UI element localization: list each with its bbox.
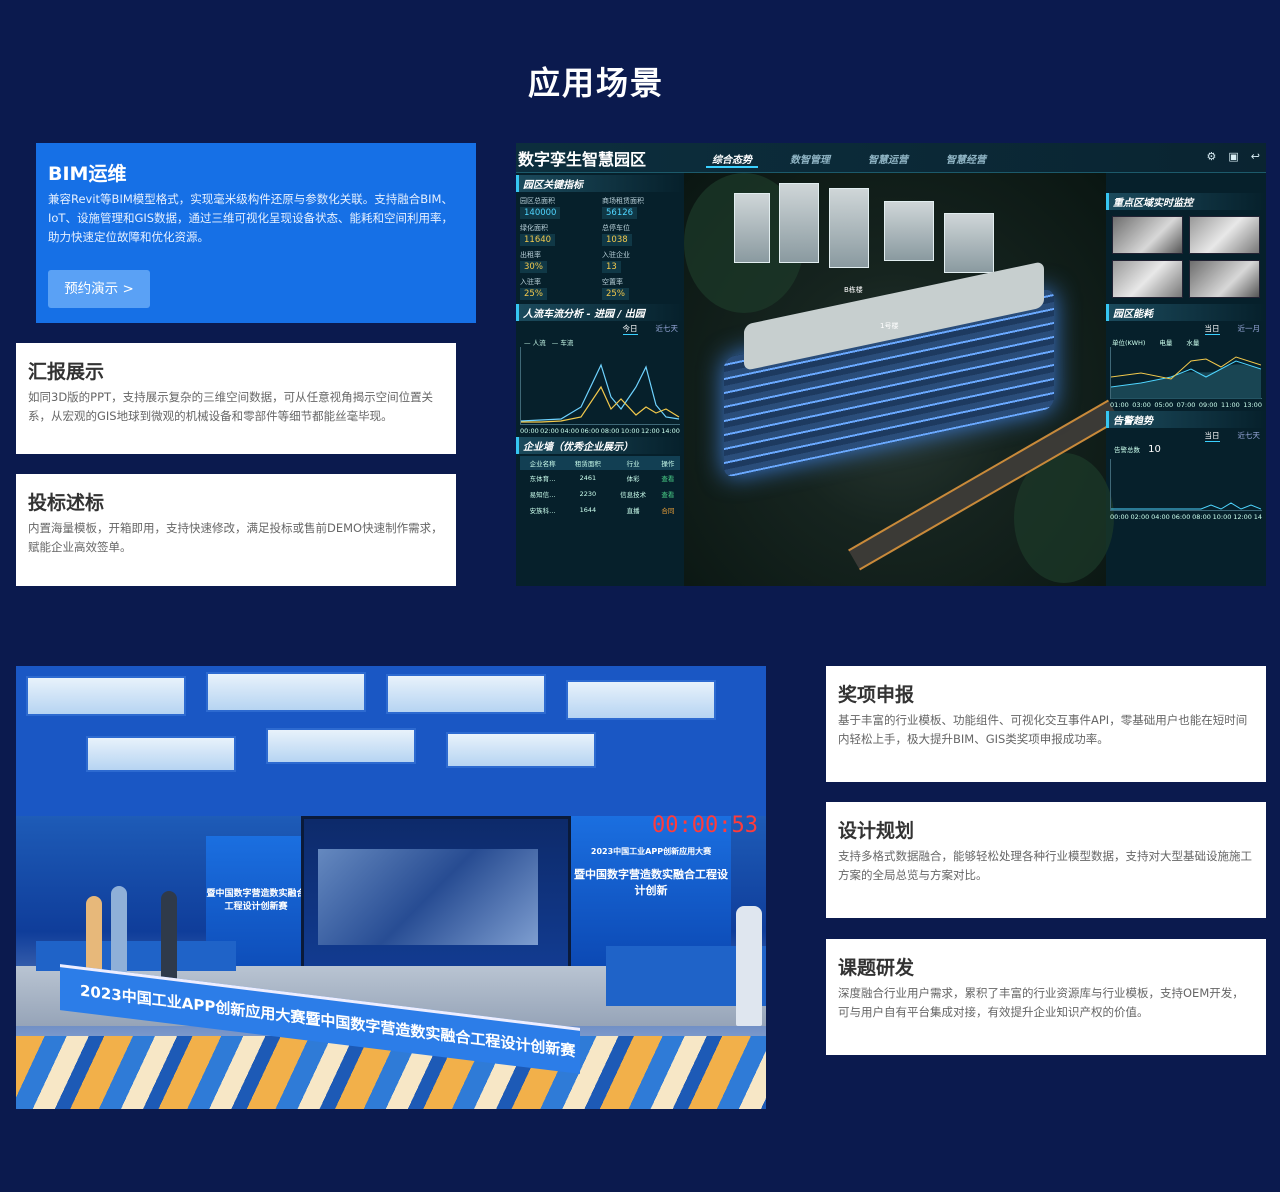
book-demo-button[interactable]: 预约演示 > [48,270,150,308]
scenario-card-report[interactable]: 汇报展示 如同3D版的PPT，支持展示复杂的三维空间数据，可从任意视角揭示空间位… [16,343,456,454]
enterprise-table: 企业名称 租赁面积 行业 操作 东体育… 2461 体彩 查看 易知信… 2230 信息技术 查看… [520,456,680,518]
table-row: 安族科… 1644 直播 合同 [529,506,675,515]
scene-label: B栋楼 [844,286,863,294]
scenario-desc: 支持多格式数据融合，能够轻松处理各种行业模型数据，支持对大型基础设施施工方案的全… [838,849,1252,882]
settings-icon: ⚙ [1206,150,1217,163]
scenario-desc: 内置海量模板，开箱即用，支持快速修改，满足投标或售前DEMO快速制作需求，赋能企… [28,521,443,554]
camera-thumbnail [1189,260,1260,298]
camera-thumbnail [1112,216,1183,254]
kpi-item: 商场租赁面积 56126 [602,197,644,219]
main-led-screen [301,816,571,976]
scenario-desc: 深度融合行业用户需求，累积了丰富的行业资源库与行业模板，支持OEM开发，可与用户… [838,986,1244,1019]
section-title: 园区关键指标 [516,175,684,192]
back-icon: ↩ [1250,150,1260,163]
right-side-screen: 2023中国工业APP创新应用大赛 暨中国数字营造数实融合工程设计创新 [571,816,731,966]
scene-label: 1号楼 [880,322,899,330]
dashboard-tab: 智慧运营 [868,155,908,166]
kpi-item: 出租率 30% [520,250,598,273]
competition-event-photo: 暨中国数字营造数实融合工程设计创新赛 2023中国工业APP创新应用大赛 暨中国… [16,666,766,1109]
dashboard-right-panel: 重点区域实时监控 园区能耗 当日 近一月 单位(KWH) 电量 水量 01:00 03:… [1106,173,1266,586]
scenario-desc: 如同3D版的PPT，支持展示复杂的三维空间数据，可从任意视角揭示空间位置关系，从… [28,390,434,423]
section-title: 企业墙（优秀企业展示） [516,437,684,454]
dashboard-tab: 数智管理 [790,155,830,166]
dashboard-title: 数字孪生智慧园区 [518,150,647,169]
section-title: 重点区域实时监控 [1106,193,1266,210]
smart-park-dashboard-image: 数字孪生智慧园区 综合态势 数智管理 智慧运营 智慧经营 ⚙ ▣ ↩ B栋楼 1… [516,143,1266,586]
scenario-card-bid[interactable]: 投标述标 内置海量模板，开箱即用，支持快速修改，满足投标或售前DEMO快速制作需… [16,474,456,586]
dashboard-tab: 智慧经营 [946,155,986,166]
flow-chart [520,347,680,425]
park-3d-scene: B栋楼 1号楼 [684,173,1120,586]
scenario-title: 汇报展示 [28,361,105,383]
scenario-card-planning[interactable]: 设计规划 支持多格式数据融合，能够轻松处理各种行业模型数据，支持对大型基础设施施… [826,802,1266,918]
dashboard-tab: 综合态势 [706,151,758,168]
page-title: 应用场景 [527,64,664,102]
scenario-card-award[interactable]: 奖项申报 基于丰富的行业模板、功能组件、可视化交互事件API，零基础用户也能在短… [826,666,1266,782]
scenario-title: 课题研发 [838,957,915,979]
layers-icon: ▣ [1228,150,1239,163]
scenario-title: 奖项申报 [838,684,915,706]
section-title: 园区能耗 [1106,304,1266,321]
scenario-desc: 兼容Revit等BIM模型格式，实现毫米级构件还原与参数化关联。支持融合BIM、… [48,192,454,244]
kpi-item: 入驻率 25% [520,277,598,300]
scenario-card-research[interactable]: 课题研发 深度融合行业用户需求，累积了丰富的行业资源库与行业模板，支持OEM开发… [826,939,1266,1055]
countdown-timer: 00:00:53 [652,813,758,838]
kpi-item: 空置率 25% [602,277,680,300]
energy-chart [1110,347,1262,399]
table-row: 易知信… 2230 信息技术 查看 [529,490,675,499]
camera-thumbnail [1112,260,1183,298]
scenario-card-bim[interactable]: BIM运维 兼容Revit等BIM模型格式，实现毫米级构件还原与参数化关联。支持… [36,143,476,323]
scenario-title: 投标述标 [28,492,105,514]
scenario-title: BIM运维 [48,163,127,185]
kpi-item: 园区总面积 140000 [520,196,598,219]
kpi-item: 入驻企业 13 [602,251,630,273]
dashboard-left-panel: 园区关键指标 园区总面积 140000 商场租赁面积 56126 绿化面积 11640… [516,173,684,586]
chart-legend: — 人流 — 车流 [524,339,574,347]
scenario-desc: 基于丰富的行业模板、功能组件、可视化交互事件API，零基础用户也能在短时间内轻松… [838,713,1248,746]
camera-thumbnail [1189,216,1260,254]
kpi-item: 绿化面积 11640 [520,223,598,246]
alarm-chart [1110,459,1262,511]
section-title: 告警趋势 [1106,411,1266,428]
section-title: 人流车流分析 - 进园 / 出园 [516,304,684,321]
kpi-item: 总停车位 1038 [602,224,632,246]
dashboard-topbar: 数字孪生智慧园区 综合态势 数智管理 智慧运营 智慧经营 ⚙ ▣ ↩ [516,143,1266,173]
scenario-title: 设计规划 [838,820,915,842]
table-row: 东体育… 2461 体彩 查看 [529,474,675,483]
